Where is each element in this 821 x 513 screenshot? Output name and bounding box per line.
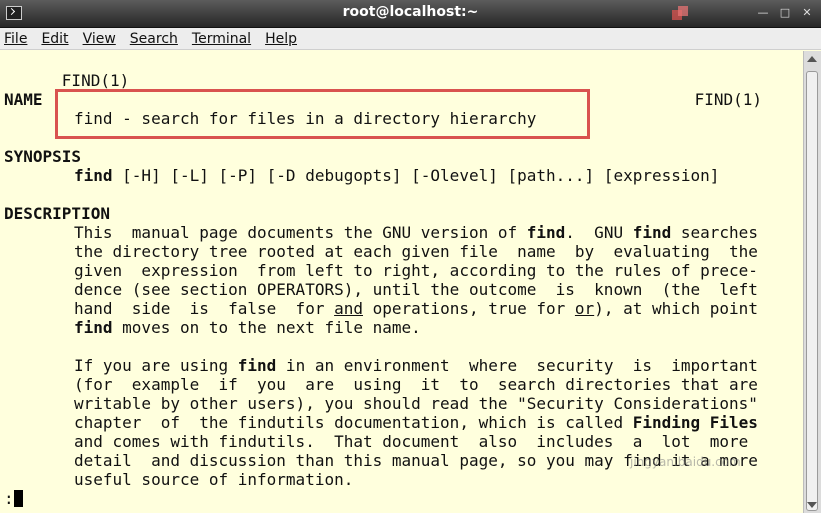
minimize-icon[interactable]: —: [755, 5, 771, 21]
bold-finding-files: Finding Files: [632, 413, 758, 432]
menu-view[interactable]: View: [83, 31, 116, 47]
menu-search-label: Search: [129, 30, 178, 47]
prompt-char: :: [4, 489, 14, 508]
underline-or: or: [574, 299, 595, 318]
text-fragment: This manual page documents the GNU versi…: [74, 223, 527, 242]
menu-file[interactable]: File: [4, 31, 27, 47]
man-header-right: FIND(1): [694, 90, 762, 109]
menu-view-label: View: [82, 30, 116, 47]
overlay-logo-icon: [672, 6, 690, 24]
vertical-scrollbar[interactable]: [803, 51, 821, 513]
desc-line: the directory tree rooted at each given …: [74, 242, 758, 261]
synopsis-command: find: [74, 166, 113, 185]
text-fragment: chapter of the findutils documentation, …: [74, 413, 633, 432]
text-fragment: in an environment where security is impo…: [276, 356, 758, 375]
desc-line: hand side is false for and operations, t…: [74, 299, 758, 318]
menu-terminal-label: Terminal: [191, 30, 252, 47]
close-icon[interactable]: ✕: [799, 5, 815, 21]
title-bar[interactable]: root@localhost:~ — □ ✕: [0, 0, 821, 28]
section-name-heading: NAME: [4, 90, 43, 109]
menu-bar: File Edit View Search Terminal Help: [0, 28, 821, 50]
synopsis-line: find [-H] [-L] [-P] [-D debugopts] [-Ole…: [74, 166, 719, 185]
desc-line: dence (see section OPERATORS), until the…: [74, 280, 758, 299]
menu-terminal[interactable]: Terminal: [192, 31, 251, 47]
desc-line: and comes with findutils. That document …: [74, 432, 749, 451]
synopsis-args: [-H] [-L] [-P] [-D debugopts] [-Olevel] …: [112, 166, 720, 185]
scroll-thumb[interactable]: [806, 71, 818, 511]
desc-line: given expression from left to right, acc…: [74, 261, 758, 280]
desc-line: (for example if you are using it to sear…: [74, 375, 758, 394]
desc-line: If you are using find in an environment …: [74, 356, 758, 375]
bold-find: find: [237, 356, 277, 375]
menu-edit[interactable]: Edit: [41, 31, 68, 47]
section-synopsis-heading: SYNOPSIS: [4, 147, 82, 166]
desc-line: writable by other users), you should rea…: [74, 394, 758, 413]
text-fragment: searches: [671, 223, 758, 242]
text-fragment: operations, true for: [363, 299, 575, 318]
menu-edit-label: Edit: [41, 30, 69, 47]
menu-help[interactable]: Help: [265, 31, 297, 47]
terminal-window: root@localhost:~ — □ ✕ File Edit View Se…: [0, 0, 821, 513]
window-title: root@localhost:~: [342, 4, 479, 20]
pager-prompt[interactable]: :: [4, 489, 23, 508]
desc-line: This manual page documents the GNU versi…: [74, 223, 758, 242]
menu-search[interactable]: Search: [130, 31, 178, 47]
text-fragment: moves on to the next file name.: [112, 318, 421, 337]
underline-and: and: [334, 299, 363, 318]
desc-line: find moves on to the next file name.: [74, 318, 421, 337]
scroll-up-arrow-icon[interactable]: [807, 56, 817, 62]
scroll-down-arrow-icon[interactable]: [807, 502, 817, 508]
man-header-left: FIND(1): [61, 71, 130, 90]
text-fragment: . GNU: [565, 223, 633, 242]
desc-line: useful source of information.: [74, 470, 354, 489]
watermark-text: jingyan.baidu.com: [630, 455, 741, 469]
text-fragment: hand side is false for: [74, 299, 335, 318]
bold-find: find: [74, 318, 113, 337]
text-cursor: [13, 490, 23, 507]
text-fragment: If you are using: [74, 356, 238, 375]
menu-file-label: File: [4, 30, 28, 47]
maximize-icon[interactable]: □: [777, 5, 793, 21]
annotation-highlight-box: [55, 89, 590, 139]
bold-find: find: [632, 223, 672, 242]
text-fragment: ), at which point: [594, 299, 758, 318]
man-header: FIND(1) FIND(1): [4, 52, 784, 109]
bold-find: find: [526, 223, 566, 242]
desc-line: chapter of the findutils documentation, …: [74, 413, 758, 432]
section-description-heading: DESCRIPTION: [4, 204, 110, 223]
menu-help-label: Help: [265, 30, 297, 47]
